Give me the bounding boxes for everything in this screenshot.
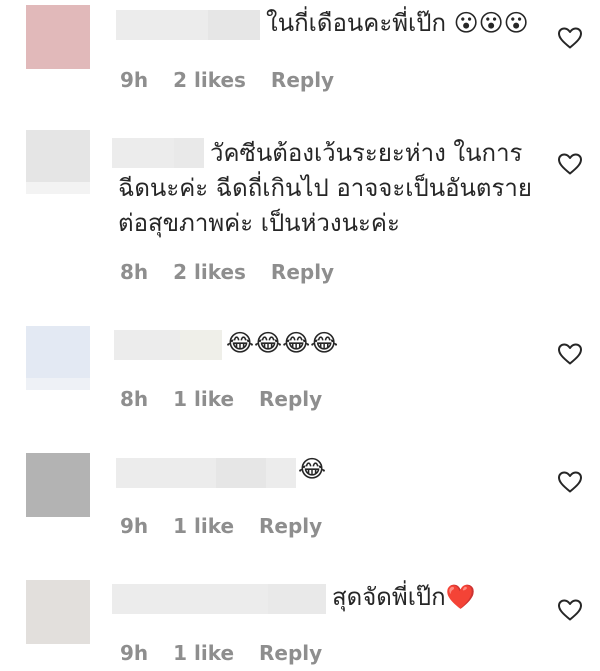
reply-button[interactable]: Reply [259, 514, 322, 538]
avatar[interactable] [26, 453, 90, 517]
comment-meta: 9h 2 likes Reply [120, 68, 352, 92]
comment-text-line: 😂 [298, 455, 327, 483]
comment-text-line: ฉีดนะค่ะ ฉีดถี่เกินไป อาจจะเป็นอันตราย [118, 174, 532, 202]
comment-meta: 8h 1 like Reply [120, 387, 340, 411]
reply-button[interactable]: Reply [271, 68, 334, 92]
redacted-username[interactable] [116, 458, 296, 488]
avatar[interactable] [26, 580, 90, 644]
comment-text-line: ต่อสุขภาพค่ะ เป็นห่วงนะค่ะ [118, 209, 400, 237]
comment-text-line: วัคซีนต้องเว้นระยะห่าง ในการ [210, 139, 523, 167]
comment-text-line: ในกี่เดือนคะพี่เป๊ก 😮😮😮 [266, 9, 529, 37]
like-heart-icon[interactable] [557, 152, 583, 176]
comment-text: วัคซีนต้องเว้นระยะห่าง ในการ ฉีดนะค่ะ ฉี… [118, 136, 538, 241]
comment-time: 8h [120, 387, 149, 411]
comment-text: 😂😂😂😂 [226, 326, 338, 361]
avatar[interactable] [26, 5, 90, 69]
comment-text: 😂 [298, 452, 326, 487]
like-heart-icon[interactable] [557, 342, 583, 366]
comment-time: 9h [120, 68, 149, 92]
comment-meta: 8h 2 likes Reply [120, 260, 352, 284]
likes-count[interactable]: 2 likes [173, 260, 246, 284]
reply-button[interactable]: Reply [259, 641, 322, 665]
comment-meta: 9h 1 like Reply [120, 514, 340, 538]
comment-meta: 9h 1 like Reply [120, 641, 340, 665]
likes-count[interactable]: 1 like [173, 641, 234, 665]
comment-time: 8h [120, 260, 149, 284]
avatar[interactable] [26, 326, 90, 390]
comment-text-line: สุดจัดพี่เป๊ก❤️ [332, 583, 476, 611]
likes-count[interactable]: 2 likes [173, 68, 246, 92]
comment-text: สุดจัดพี่เป๊ก❤️ [332, 580, 476, 615]
likes-count[interactable]: 1 like [173, 387, 234, 411]
avatar[interactable] [26, 130, 90, 194]
reply-button[interactable]: Reply [271, 260, 334, 284]
redacted-username[interactable] [114, 330, 222, 360]
like-heart-icon[interactable] [557, 26, 583, 50]
reply-button[interactable]: Reply [259, 387, 322, 411]
like-heart-icon[interactable] [557, 470, 583, 494]
like-heart-icon[interactable] [557, 598, 583, 622]
comment-text-line: 😂😂😂😂 [226, 329, 339, 357]
comment-time: 9h [120, 641, 149, 665]
comment-time: 9h [120, 514, 149, 538]
comment-text: ในกี่เดือนคะพี่เป๊ก 😮😮😮 [266, 6, 529, 41]
likes-count[interactable]: 1 like [173, 514, 234, 538]
redacted-username[interactable] [116, 10, 260, 40]
redacted-username[interactable] [112, 584, 326, 614]
